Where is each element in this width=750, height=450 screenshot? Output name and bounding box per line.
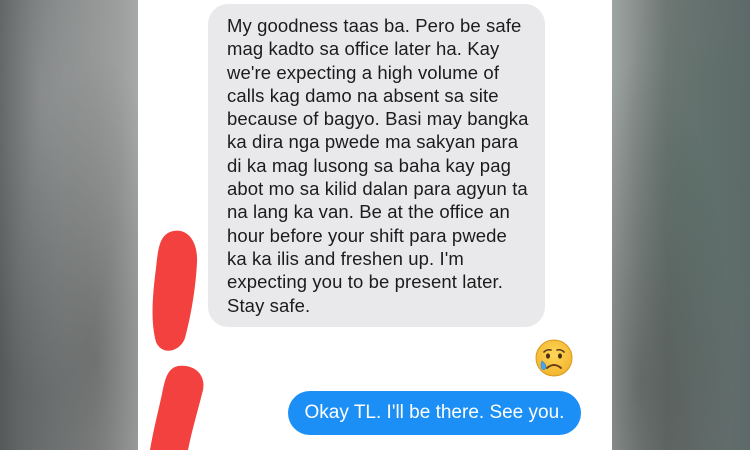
chat-thread: My goodness taas ba. Pero be safe mag ka… — [138, 0, 612, 450]
outgoing-message-bubble[interactable]: Okay TL. I'll be there. See you. — [288, 391, 581, 435]
incoming-message-bubble[interactable]: My goodness taas ba. Pero be safe mag ka… — [208, 4, 545, 327]
crying-face-emoji-icon — [535, 339, 573, 377]
blurred-background-left — [0, 0, 138, 450]
blurred-background-right — [612, 0, 750, 450]
